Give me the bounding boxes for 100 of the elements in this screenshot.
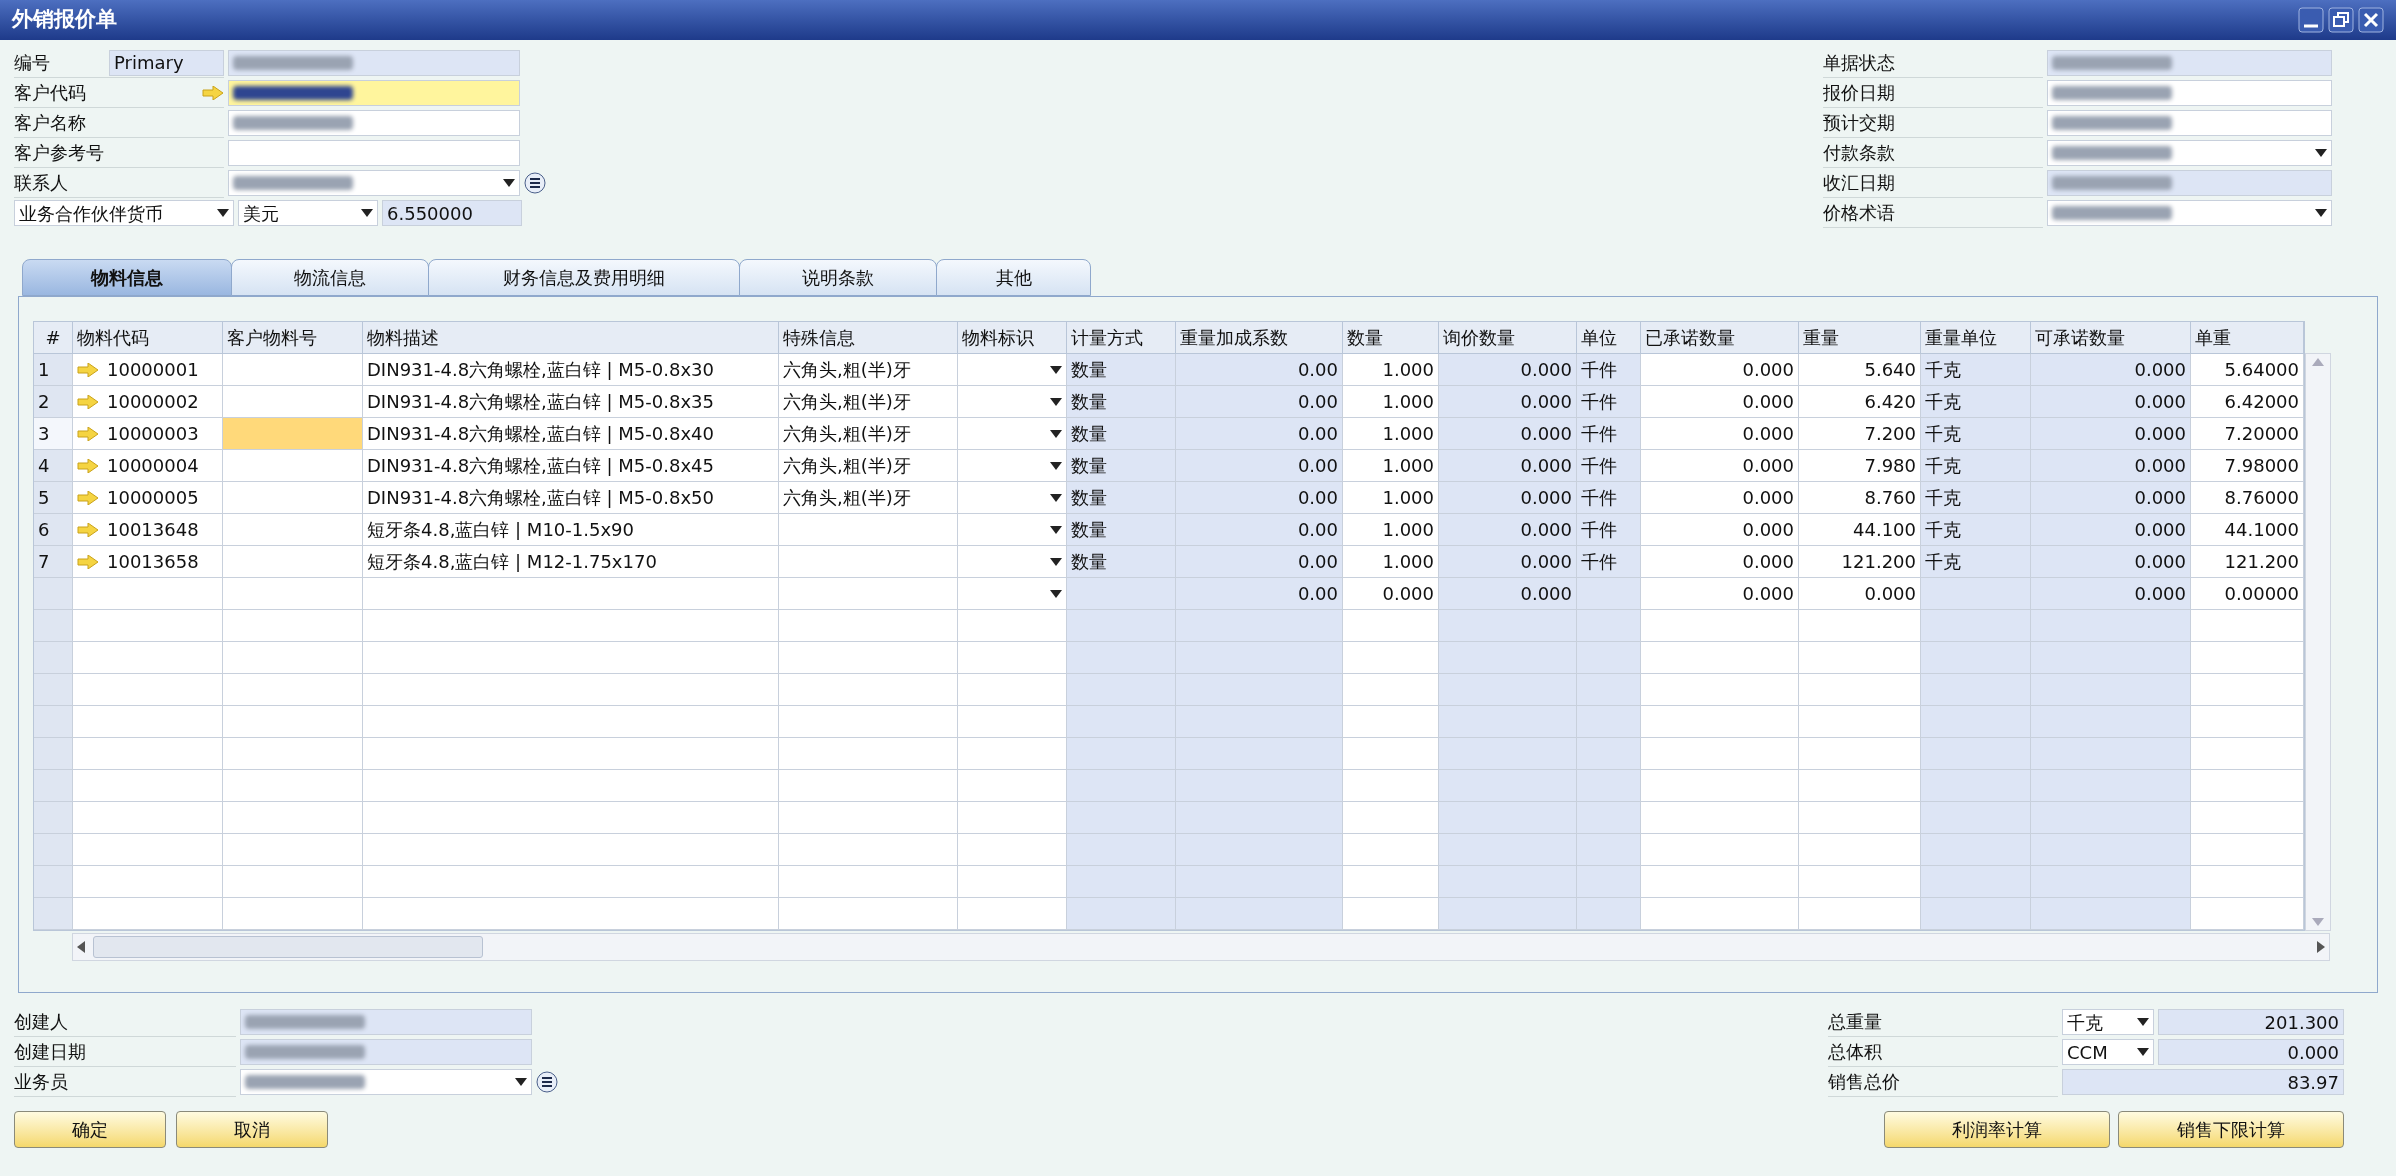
row-number[interactable]: 7 bbox=[34, 546, 73, 578]
row-number[interactable]: 6 bbox=[34, 514, 73, 546]
dropdown-caret-icon[interactable] bbox=[1050, 589, 1062, 598]
tab[interactable]: 物料信息 bbox=[22, 259, 232, 296]
field-label: 编号 bbox=[14, 51, 50, 75]
column-header[interactable]: 重量 bbox=[1799, 322, 1921, 354]
field-label: 单据状态 bbox=[1823, 51, 1895, 75]
dropdown-caret-icon[interactable] bbox=[217, 209, 229, 217]
tab[interactable]: 财务信息及费用明细 bbox=[428, 259, 740, 296]
dropdown-caret-icon[interactable] bbox=[2137, 1048, 2149, 1056]
link-arrow-icon[interactable] bbox=[77, 426, 99, 441]
row-number[interactable]: 1 bbox=[34, 354, 73, 386]
dropdown-field[interactable]: 业务合作伙伴货币 bbox=[14, 200, 234, 226]
dropdown-caret-icon[interactable] bbox=[1050, 461, 1062, 470]
minimize-icon[interactable] bbox=[2298, 7, 2324, 33]
column-header[interactable]: 重量单位 bbox=[1921, 322, 2031, 354]
table-cell: 0.00 bbox=[1176, 418, 1343, 450]
dropdown-caret-icon[interactable] bbox=[503, 179, 515, 187]
column-header[interactable]: 特殊信息 bbox=[779, 322, 958, 354]
input-field[interactable] bbox=[228, 110, 520, 136]
scroll-down-icon[interactable] bbox=[2312, 918, 2324, 926]
column-header[interactable]: 询价数量 bbox=[1439, 322, 1577, 354]
dropdown-field[interactable] bbox=[240, 1069, 532, 1095]
row-number[interactable]: 4 bbox=[34, 450, 73, 482]
table-cell: 0.000 bbox=[1641, 450, 1799, 482]
input-field[interactable] bbox=[228, 80, 520, 106]
action-button[interactable]: 确定 bbox=[14, 1111, 166, 1148]
horizontal-scrollbar[interactable] bbox=[72, 933, 2330, 961]
column-header[interactable]: 已承诺数量 bbox=[1641, 322, 1799, 354]
dropdown-field[interactable]: 美元 bbox=[238, 200, 378, 226]
input-field[interactable] bbox=[2047, 110, 2332, 136]
column-header[interactable]: 物料描述 bbox=[363, 322, 779, 354]
table-cell: 0.000 bbox=[1439, 386, 1577, 418]
action-button[interactable]: 利润率计算 bbox=[1884, 1111, 2110, 1148]
column-header[interactable]: 客户物料号 bbox=[223, 322, 363, 354]
tab[interactable]: 说明条款 bbox=[739, 259, 937, 296]
action-button[interactable]: 销售下限计算 bbox=[2118, 1111, 2344, 1148]
dropdown-field[interactable] bbox=[2047, 200, 2332, 226]
link-arrow-icon[interactable] bbox=[202, 85, 224, 100]
dropdown-caret-icon[interactable] bbox=[1050, 557, 1062, 566]
column-header[interactable]: 计量方式 bbox=[1067, 322, 1176, 354]
dropdown-field[interactable] bbox=[2047, 140, 2332, 166]
dropdown-caret-icon[interactable] bbox=[515, 1078, 527, 1086]
input-field[interactable]: 6.550000 bbox=[382, 200, 522, 226]
column-header[interactable]: 重量加成系数 bbox=[1176, 322, 1343, 354]
field-label: 联系人 bbox=[14, 171, 68, 195]
link-arrow-icon[interactable] bbox=[77, 522, 99, 537]
input-field[interactable] bbox=[2047, 50, 2332, 76]
dropdown-caret-icon[interactable] bbox=[1050, 397, 1062, 406]
column-header[interactable]: 数量 bbox=[1343, 322, 1439, 354]
series-field[interactable]: Primary bbox=[109, 49, 224, 76]
dropdown-caret-icon[interactable] bbox=[1050, 525, 1062, 534]
dropdown-caret-icon[interactable] bbox=[1050, 429, 1062, 438]
input-field[interactable] bbox=[240, 1009, 532, 1035]
dropdown-field[interactable]: 千克 bbox=[2062, 1009, 2154, 1035]
list-button-icon[interactable] bbox=[524, 172, 546, 194]
table-cell: 10000005 bbox=[73, 482, 223, 514]
row-number[interactable]: 3 bbox=[34, 418, 73, 450]
input-field[interactable] bbox=[228, 50, 520, 76]
link-arrow-icon[interactable] bbox=[77, 458, 99, 473]
row-number[interactable]: 2 bbox=[34, 386, 73, 418]
dropdown-caret-icon[interactable] bbox=[2315, 209, 2327, 217]
link-arrow-icon[interactable] bbox=[77, 362, 99, 377]
tab[interactable]: 物流信息 bbox=[231, 259, 429, 296]
link-arrow-icon[interactable] bbox=[77, 490, 99, 505]
row-number[interactable]: 5 bbox=[34, 482, 73, 514]
column-header[interactable]: 单位 bbox=[1577, 322, 1641, 354]
dropdown-caret-icon[interactable] bbox=[1050, 493, 1062, 502]
table-cell: 0.000 bbox=[2031, 418, 2191, 450]
column-header[interactable]: 物料标识 bbox=[958, 322, 1067, 354]
column-header[interactable]: 可承诺数量 bbox=[2031, 322, 2191, 354]
tab[interactable]: 其他 bbox=[936, 259, 1091, 296]
link-arrow-icon[interactable] bbox=[77, 554, 99, 569]
dropdown-caret-icon[interactable] bbox=[361, 209, 373, 217]
restore-icon[interactable] bbox=[2328, 7, 2354, 33]
field-label: 付款条款 bbox=[1823, 141, 1895, 165]
column-header[interactable]: 物料代码 bbox=[73, 322, 223, 354]
input-field[interactable] bbox=[2047, 80, 2332, 106]
action-button[interactable]: 取消 bbox=[176, 1111, 328, 1148]
dropdown-caret-icon[interactable] bbox=[1050, 365, 1062, 374]
input-field[interactable] bbox=[2047, 170, 2332, 196]
input-field[interactable] bbox=[228, 140, 520, 166]
vertical-scrollbar[interactable] bbox=[2305, 353, 2331, 931]
input-field[interactable] bbox=[240, 1039, 532, 1065]
scroll-left-icon[interactable] bbox=[77, 941, 85, 953]
column-header[interactable]: 单重 bbox=[2191, 322, 2304, 354]
dropdown-caret-icon[interactable] bbox=[2315, 149, 2327, 157]
dropdown-field[interactable]: CCM bbox=[2062, 1039, 2154, 1065]
dropdown-field[interactable] bbox=[228, 170, 520, 196]
scrollbar-thumb[interactable] bbox=[93, 936, 483, 958]
scroll-up-icon[interactable] bbox=[2312, 358, 2324, 366]
table-cell: 六角头,粗(半)牙 bbox=[779, 450, 958, 482]
table-cell: 0.000 bbox=[1641, 514, 1799, 546]
dropdown-caret-icon[interactable] bbox=[2137, 1018, 2149, 1026]
scroll-right-icon[interactable] bbox=[2317, 941, 2325, 953]
list-button-icon[interactable] bbox=[536, 1071, 558, 1093]
total-field: 201.300 bbox=[2158, 1009, 2344, 1035]
table-cell: 0.000 bbox=[2031, 482, 2191, 514]
link-arrow-icon[interactable] bbox=[77, 394, 99, 409]
close-icon[interactable] bbox=[2358, 7, 2384, 33]
